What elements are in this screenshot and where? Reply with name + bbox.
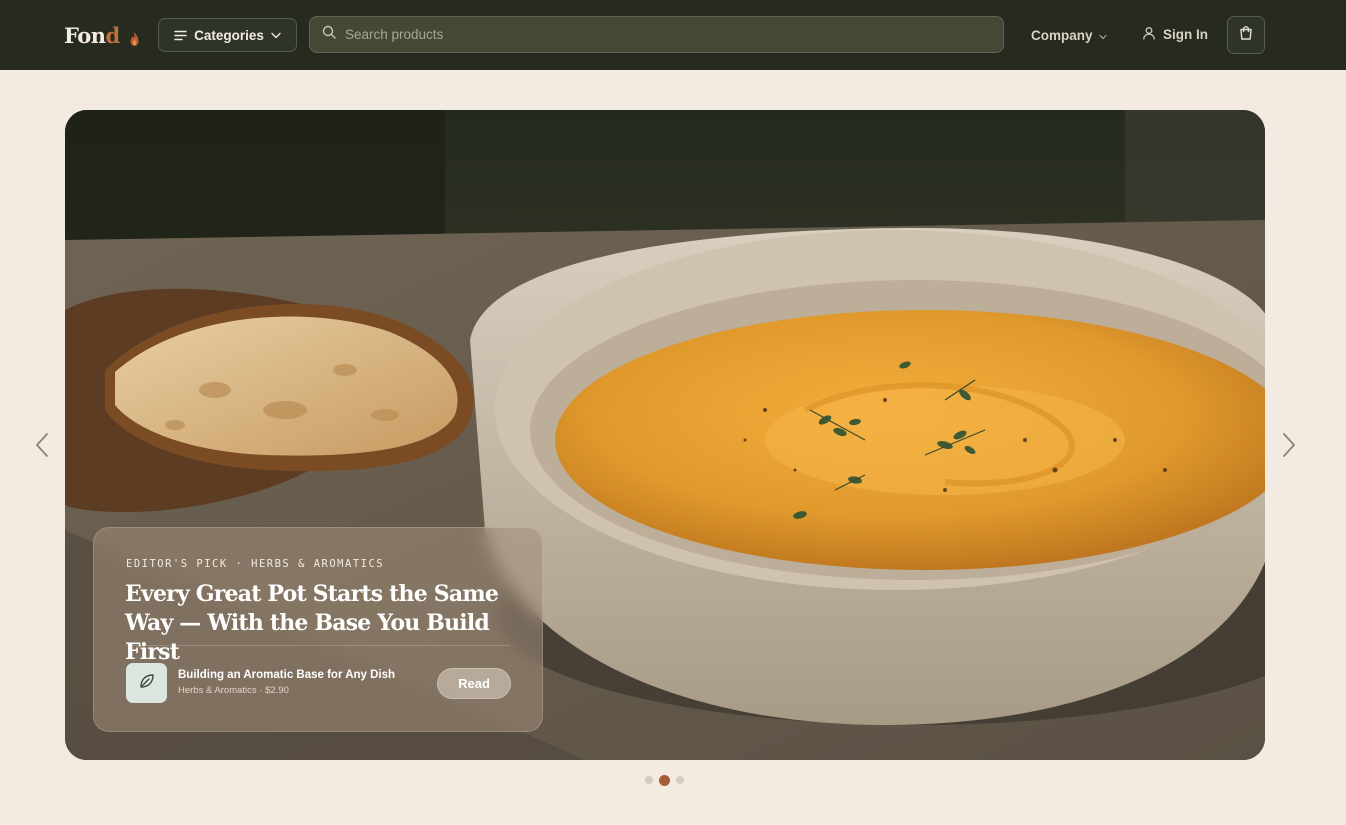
chevron-down-icon xyxy=(271,32,281,39)
top-navbar: Fond Categories Company Sign In xyxy=(0,0,1346,70)
card-divider xyxy=(126,645,510,646)
hero-slide[interactable]: EDITOR'S PICK · HERBS & AROMATICS Every … xyxy=(65,110,1265,760)
carousel-pagination xyxy=(645,774,684,786)
menu-icon xyxy=(174,30,187,41)
logo-text: Fon xyxy=(64,22,106,48)
item-thumbnail[interactable] xyxy=(126,663,167,703)
carousel-next-button[interactable] xyxy=(1277,432,1301,462)
search-input[interactable] xyxy=(345,27,965,42)
company-menu[interactable]: Company xyxy=(1031,25,1107,45)
brand-logo[interactable]: Fon d xyxy=(64,20,140,50)
leaf-icon xyxy=(138,672,156,695)
flame-icon xyxy=(129,27,140,46)
featured-card: EDITOR'S PICK · HERBS & AROMATICS Every … xyxy=(93,527,543,732)
logo-accent: d xyxy=(105,22,121,48)
pagination-dot-active[interactable] xyxy=(659,774,670,786)
pagination-dot[interactable] xyxy=(676,776,684,784)
item-title[interactable]: Building an Aromatic Base for Any Dish xyxy=(178,669,395,681)
company-label: Company xyxy=(1031,27,1093,43)
shopping-bag-icon xyxy=(1238,25,1254,46)
card-title[interactable]: Every Great Pot Starts the Same Way — Wi… xyxy=(125,580,525,667)
chevron-right-icon xyxy=(1282,432,1296,463)
cart-button[interactable] xyxy=(1227,16,1265,54)
search-icon xyxy=(322,25,336,44)
categories-button[interactable]: Categories xyxy=(158,18,297,52)
chevron-down-icon xyxy=(1098,28,1107,43)
user-icon xyxy=(1142,26,1156,43)
carousel-prev-button[interactable] xyxy=(30,432,54,462)
search-bar xyxy=(309,16,1004,53)
chevron-left-icon xyxy=(35,432,49,463)
read-button[interactable]: Read xyxy=(437,668,511,699)
sign-in-label: Sign In xyxy=(1163,26,1208,42)
categories-label: Categories xyxy=(194,27,264,43)
pagination-dot[interactable] xyxy=(645,776,653,784)
card-eyebrow: EDITOR'S PICK · HERBS & AROMATICS xyxy=(126,558,385,570)
item-meta: Herbs & Aromatics · $2.90 xyxy=(178,685,289,696)
sign-in-link[interactable]: Sign In xyxy=(1142,24,1208,44)
